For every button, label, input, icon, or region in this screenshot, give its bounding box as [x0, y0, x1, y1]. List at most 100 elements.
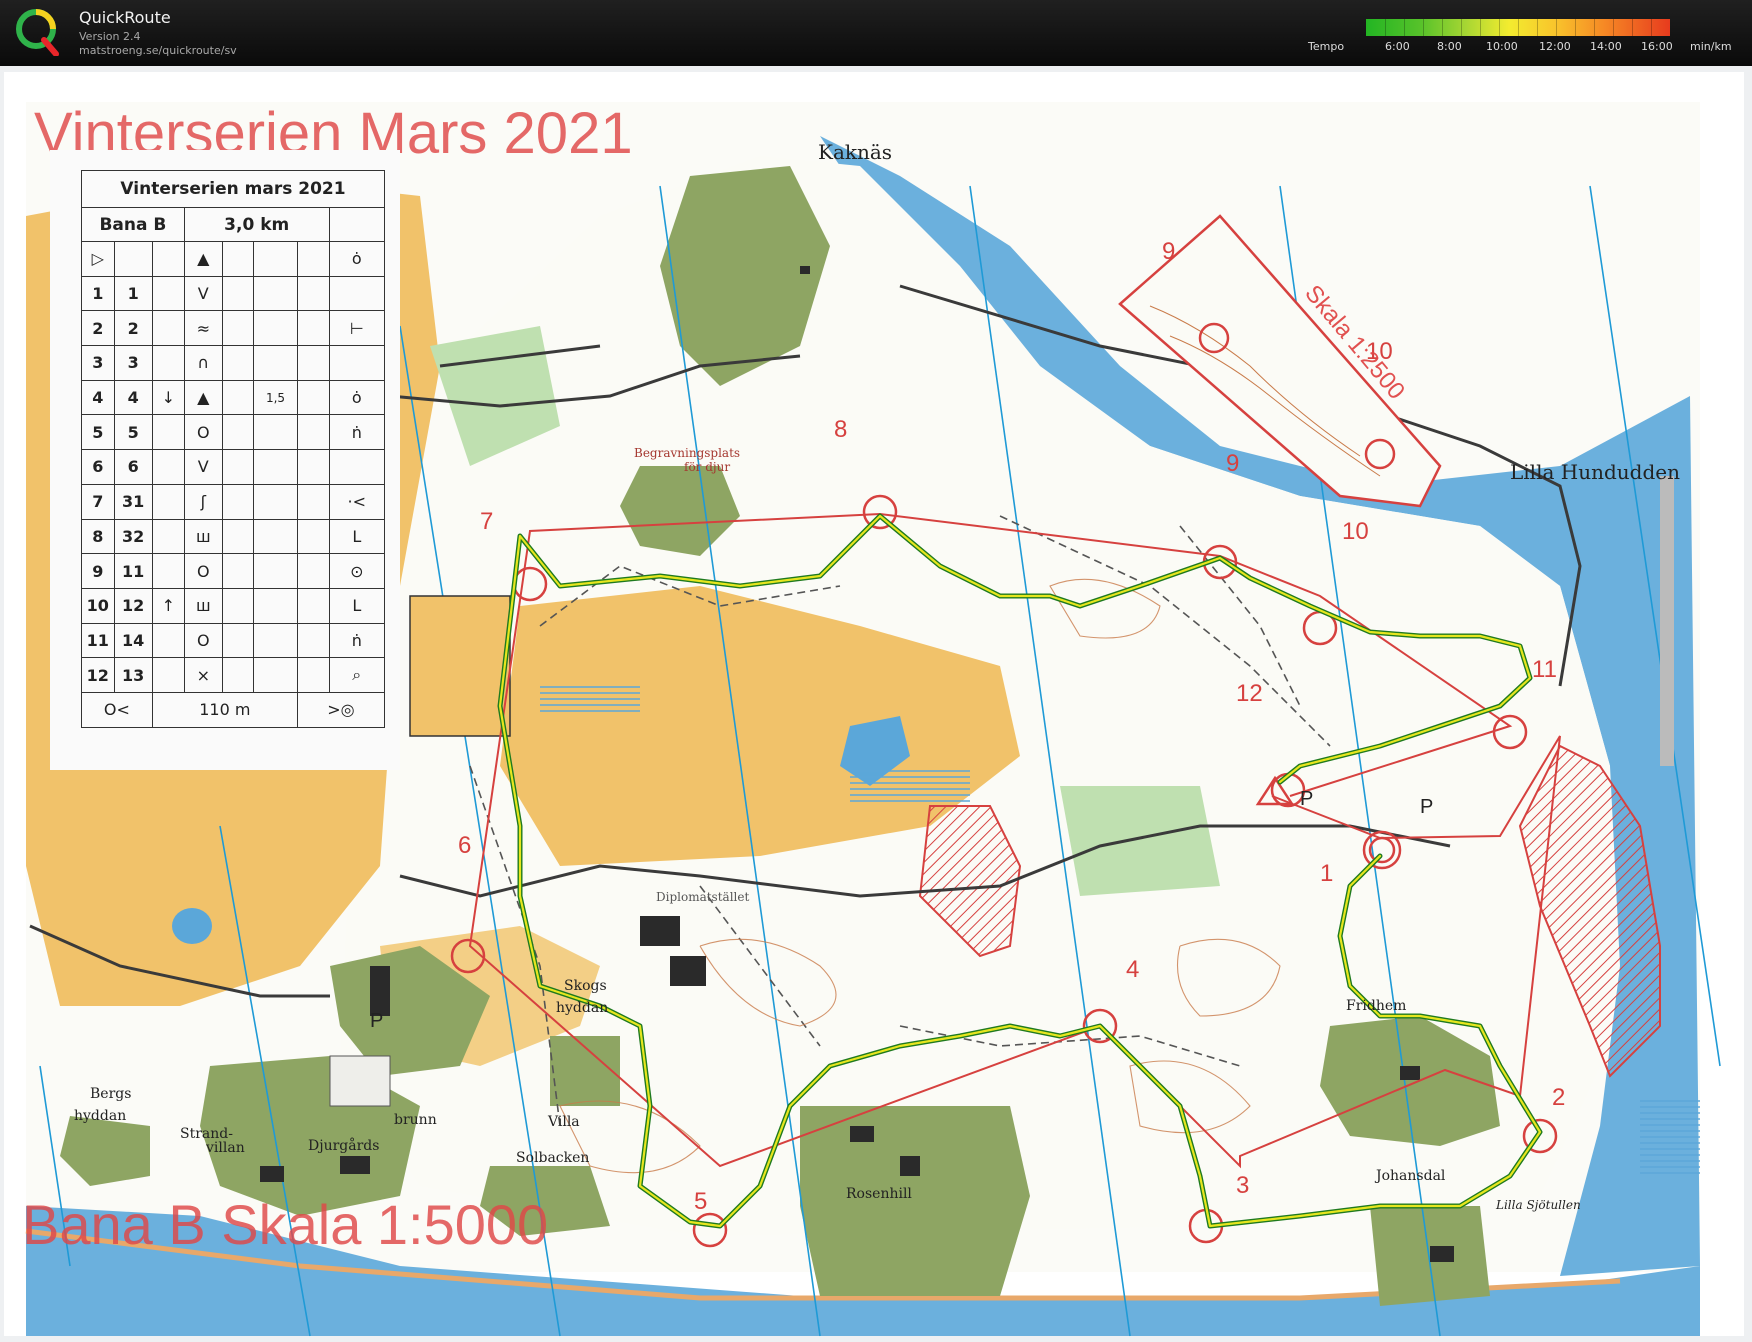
control-size	[253, 518, 298, 555]
control-seq: 4	[81, 379, 115, 416]
description-title-row: Vinterserien mars 2021	[81, 170, 385, 208]
place-begravningsplats: Begravningsplats	[634, 446, 741, 460]
place-brunn: brunn	[394, 1112, 437, 1128]
control-location-icon: L	[328, 518, 386, 555]
quickroute-logo-icon	[16, 9, 59, 56]
place-djurgards: Djurgårds	[308, 1138, 380, 1154]
start-feature-icon: ▲	[183, 241, 223, 277]
control-code: 5	[113, 414, 153, 451]
tempo-color-scale	[1366, 19, 1670, 36]
app-version: Version 2.4	[79, 30, 141, 43]
finish-right-symbol-icon: >◎	[296, 691, 386, 728]
description-row: 12 13 × ⌕	[81, 657, 386, 693]
control-seq: 5	[81, 414, 115, 451]
control-number-7: 7	[480, 508, 494, 535]
control-feature-icon: ʃ	[183, 483, 223, 520]
control-location-icon: L	[328, 587, 386, 624]
tempo-tick: 10:00	[1486, 40, 1518, 53]
control-direction	[151, 310, 185, 347]
place-hyddan: hyddan	[74, 1108, 127, 1124]
tempo-tick: 12:00	[1539, 40, 1571, 53]
control-feature-icon: ∩	[183, 345, 223, 381]
control-description-table: Vinterserien mars 2021 Bana B 3,0 km ▷ ▲…	[81, 170, 386, 728]
control-code: 4	[113, 379, 153, 416]
control-seq: 7	[81, 483, 115, 520]
control-code: 3	[113, 345, 153, 381]
control-number-1: 1	[1320, 860, 1334, 887]
place-skogs: Skogs	[564, 978, 607, 994]
parking-symbol: P	[1420, 796, 1434, 818]
control-seq: 9	[81, 553, 115, 589]
place-solbacken: Solbacken	[516, 1150, 590, 1166]
control-direction	[151, 483, 185, 520]
forest-rosenhill	[800, 1106, 1030, 1296]
control-size	[253, 553, 298, 589]
control-location-icon	[328, 345, 386, 381]
description-row: 2 2 ≈ ⊢	[81, 310, 386, 347]
description-blank	[328, 207, 386, 242]
description-row: 9 11 O ⊙	[81, 553, 386, 589]
control-seq: 12	[81, 657, 115, 693]
tempo-tick: 16:00	[1641, 40, 1673, 53]
control-number-9: 9	[1226, 450, 1240, 477]
control-code: 2	[113, 310, 153, 347]
control-number-3: 3	[1236, 1172, 1250, 1199]
control-seq: 11	[81, 622, 115, 659]
tempo-tick: 8:00	[1437, 40, 1462, 53]
control-feature-icon: ≈	[183, 310, 223, 347]
description-length: 3,0 km	[183, 207, 330, 242]
pier	[1660, 476, 1674, 766]
control-code: 1	[113, 275, 153, 312]
control-feature-icon: V	[183, 275, 223, 312]
control-location-icon: ⊢	[328, 310, 386, 347]
description-row: 11V	[81, 275, 386, 312]
marsh-1	[540, 686, 640, 714]
description-finish-row: O< 110 m >◎	[81, 691, 386, 728]
control-feature-icon: O	[183, 553, 223, 589]
control-direction	[151, 657, 185, 693]
description-row: 7 31 ʃ ·<	[81, 483, 386, 520]
place-bergs: Bergs	[90, 1086, 132, 1102]
control-size	[253, 345, 298, 381]
tempo-tick: 14:00	[1590, 40, 1622, 53]
control-size	[253, 449, 298, 485]
start-symbol-icon: ▷	[81, 241, 115, 277]
inset-control-number-9: 9	[1162, 238, 1176, 265]
parking-symbol: P	[370, 1010, 384, 1032]
control-number-5: 5	[694, 1188, 708, 1215]
control-size	[253, 275, 298, 312]
control-code: 14	[113, 622, 153, 659]
sports-field	[409, 595, 511, 737]
control-size: 1,5	[253, 379, 298, 416]
marsh-2	[850, 766, 970, 806]
place-lilla-hundudden: Lilla Hundudden	[1510, 460, 1680, 484]
control-direction	[151, 553, 185, 589]
control-direction: ↓	[151, 379, 185, 416]
control-number-10: 10	[1342, 518, 1369, 545]
control-direction: ↑	[151, 587, 185, 624]
control-size	[253, 587, 298, 624]
control-seq: 1	[81, 275, 115, 312]
start-location-icon: ȯ	[328, 241, 386, 277]
control-feature-icon: ш	[183, 587, 223, 624]
description-row: 10 12 ↑ ш L	[81, 587, 386, 624]
place-diplomatstallet: Diplomatstället	[656, 890, 750, 904]
control-code: 12	[113, 587, 153, 624]
control-feature-icon: ×	[183, 657, 223, 693]
control-feature-icon: ш	[183, 518, 223, 555]
place-fridhem: Fridhem	[1346, 998, 1407, 1014]
control-feature-icon: O	[183, 622, 223, 659]
control-number-12: 12	[1236, 680, 1263, 707]
forest-light-2	[1060, 786, 1220, 896]
control-seq: 8	[81, 518, 115, 555]
control-size	[253, 310, 298, 347]
control-location-icon	[328, 275, 386, 312]
control-seq: 6	[81, 449, 115, 485]
control-code: 32	[113, 518, 153, 555]
description-row: 8 32 ш L	[81, 518, 386, 555]
control-direction	[151, 414, 185, 451]
control-location-icon: ·<	[328, 483, 386, 520]
parking-lot	[329, 1055, 391, 1107]
control-code: 11	[113, 553, 153, 589]
app-url[interactable]: matstroeng.se/quickroute/sv	[79, 44, 237, 57]
